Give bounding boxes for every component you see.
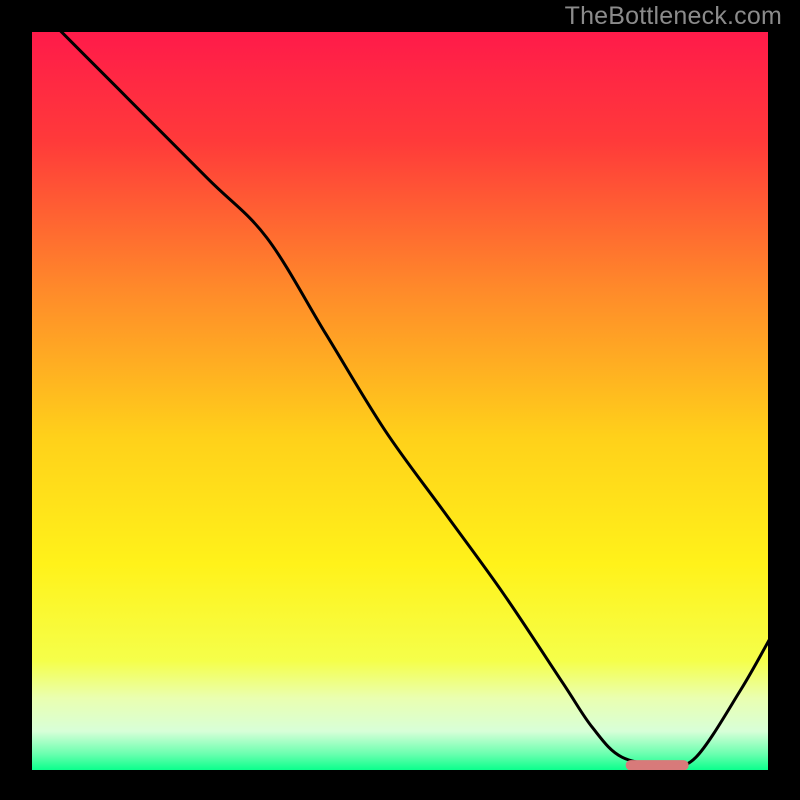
optimal-marker <box>626 760 689 770</box>
chart-svg <box>0 0 800 800</box>
chart-stage: TheBottleneck.com <box>0 0 800 800</box>
watermark-text: TheBottleneck.com <box>565 2 782 31</box>
gradient-background <box>30 30 770 772</box>
